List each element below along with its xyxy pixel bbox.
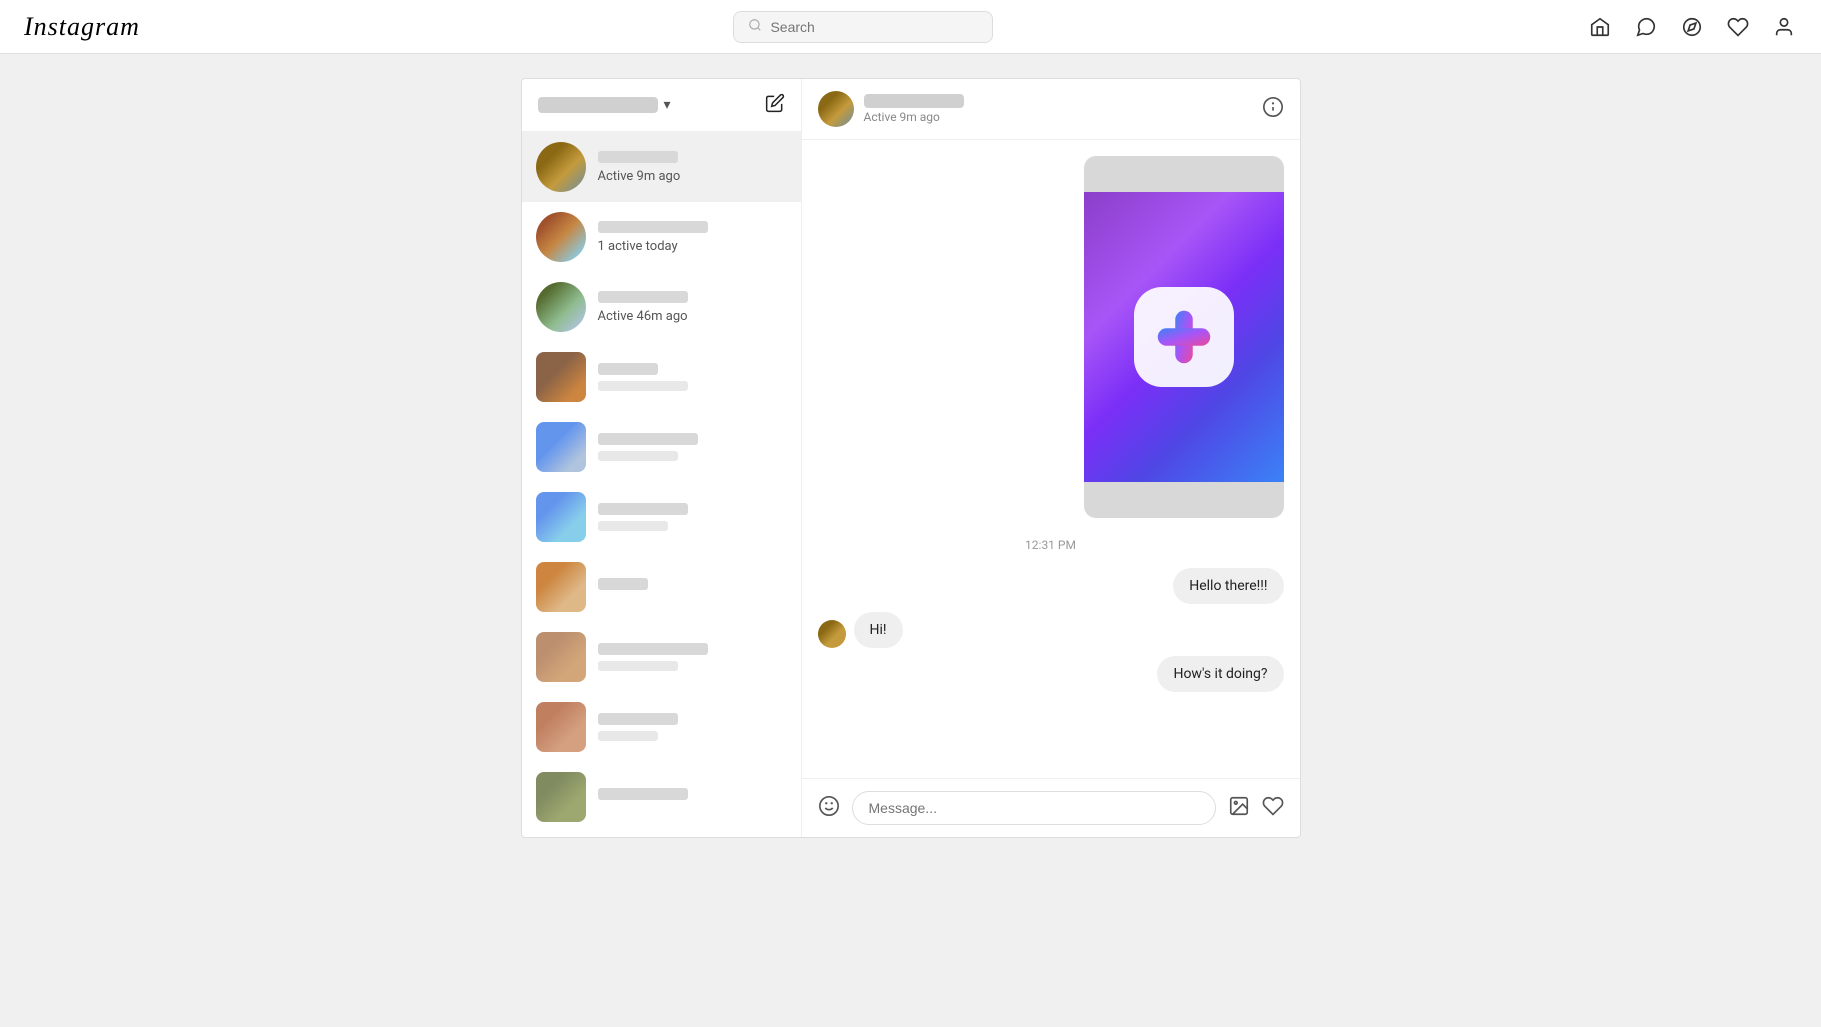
search-bar[interactable]	[733, 11, 993, 43]
avatar	[536, 492, 586, 542]
dm-sidebar-header: ▾	[522, 79, 801, 132]
home-icon[interactable]	[1587, 14, 1613, 40]
plus-icon-container	[1134, 287, 1234, 387]
conv-name-blur	[598, 578, 648, 590]
chat-header-left: Active 9m ago	[818, 91, 964, 127]
conversation-item[interactable]	[522, 832, 801, 837]
message-bubble-right: Hello there!!!	[1173, 568, 1283, 604]
plus-icon	[1149, 302, 1219, 372]
conv-name-blur	[598, 503, 688, 515]
conversation-item[interactable]: 1 active today	[522, 202, 801, 272]
message-row-left: Hi!	[818, 612, 1284, 648]
nav-icons	[1587, 14, 1797, 40]
avatar	[536, 352, 586, 402]
chevron-down-icon[interactable]: ▾	[664, 97, 671, 113]
message-input[interactable]	[852, 791, 1216, 825]
conversation-item[interactable]	[522, 622, 801, 692]
chat-header-info: Active 9m ago	[864, 94, 964, 124]
message-bubble-right: How's it doing?	[1157, 656, 1283, 692]
conv-name-blur	[598, 433, 698, 445]
conv-status: Active 46m ago	[598, 309, 787, 324]
avatar	[536, 632, 586, 682]
compose-icon[interactable]	[765, 93, 785, 117]
compass-icon[interactable]	[1679, 14, 1705, 40]
conversation-item[interactable]	[522, 762, 801, 832]
chat-avatar	[818, 91, 854, 127]
top-nav: Instagram	[0, 0, 1821, 54]
conv-info	[598, 713, 787, 741]
avatar	[536, 142, 586, 192]
conv-name-blur	[598, 291, 688, 303]
avatar	[536, 702, 586, 752]
conv-sub-blur	[598, 521, 668, 531]
conv-name-blur	[598, 788, 688, 800]
conv-sub-blur	[598, 661, 678, 671]
conv-name-blur	[598, 713, 678, 725]
main-container: ▾ Active 9m ago	[0, 54, 1821, 973]
conv-info: Active 9m ago	[598, 151, 787, 184]
media-message	[1084, 156, 1284, 518]
search-input[interactable]	[770, 19, 978, 35]
media-card-bottom	[1084, 482, 1284, 518]
conv-info: Active 46m ago	[598, 291, 787, 324]
conversation-item[interactable]: Active 9m ago	[522, 132, 801, 202]
conv-sub-blur	[598, 451, 678, 461]
conversation-item[interactable]	[522, 342, 801, 412]
dm-conversations: Active 9m ago 1 active today	[522, 132, 801, 837]
conv-info	[598, 503, 787, 531]
chat-messages: 12:31 PM Hello there!!! Hi! How's it doi…	[802, 140, 1300, 778]
instagram-logo: Instagram	[24, 11, 140, 43]
avatar	[536, 282, 586, 332]
avatar	[536, 772, 586, 822]
conv-info	[598, 363, 787, 391]
media-card-top	[1084, 156, 1284, 192]
conv-sub-blur	[598, 381, 688, 391]
message-bubble-left: Hi!	[854, 612, 903, 648]
conversation-item[interactable]	[522, 552, 801, 622]
conv-info	[598, 433, 787, 461]
search-icon	[748, 18, 762, 36]
conversation-item[interactable]	[522, 692, 801, 762]
dm-panel: ▾ Active 9m ago	[521, 78, 1301, 838]
media-card-image	[1084, 192, 1284, 482]
heart-like-icon[interactable]	[1262, 795, 1284, 821]
info-icon[interactable]	[1262, 96, 1284, 122]
conv-status: 1 active today	[598, 239, 787, 254]
chat-input-area	[802, 778, 1300, 837]
conv-name-blur	[598, 363, 658, 375]
image-icon[interactable]	[1228, 795, 1250, 821]
conv-name-blur	[598, 151, 678, 163]
conv-info	[598, 643, 787, 671]
avatar	[536, 562, 586, 612]
username-blur	[538, 97, 658, 113]
dm-header-username: ▾	[538, 97, 671, 113]
conversation-item[interactable]	[522, 482, 801, 552]
conversation-item[interactable]: Active 46m ago	[522, 272, 801, 342]
heart-nav-icon[interactable]	[1725, 14, 1751, 40]
conv-info: 1 active today	[598, 221, 787, 254]
conv-name-blur	[598, 643, 708, 655]
chat-status: Active 9m ago	[864, 110, 964, 124]
profile-icon[interactable]	[1771, 14, 1797, 40]
conversation-item[interactable]	[522, 412, 801, 482]
conv-status: Active 9m ago	[598, 169, 787, 184]
conv-info	[598, 788, 787, 806]
sender-avatar	[818, 620, 846, 648]
avatar	[536, 422, 586, 472]
conv-name-blur	[598, 221, 708, 233]
emoji-icon[interactable]	[818, 795, 840, 822]
message-timestamp: 12:31 PM	[818, 538, 1284, 552]
dm-chat: Active 9m ago	[802, 79, 1300, 837]
conv-sub-blur	[598, 731, 658, 741]
dm-sidebar: ▾ Active 9m ago	[522, 79, 802, 837]
avatar	[536, 212, 586, 262]
input-actions	[1228, 795, 1284, 821]
conv-info	[598, 578, 787, 596]
chat-header: Active 9m ago	[802, 79, 1300, 140]
chat-name-blur	[864, 94, 964, 108]
messenger-icon[interactable]	[1633, 14, 1659, 40]
